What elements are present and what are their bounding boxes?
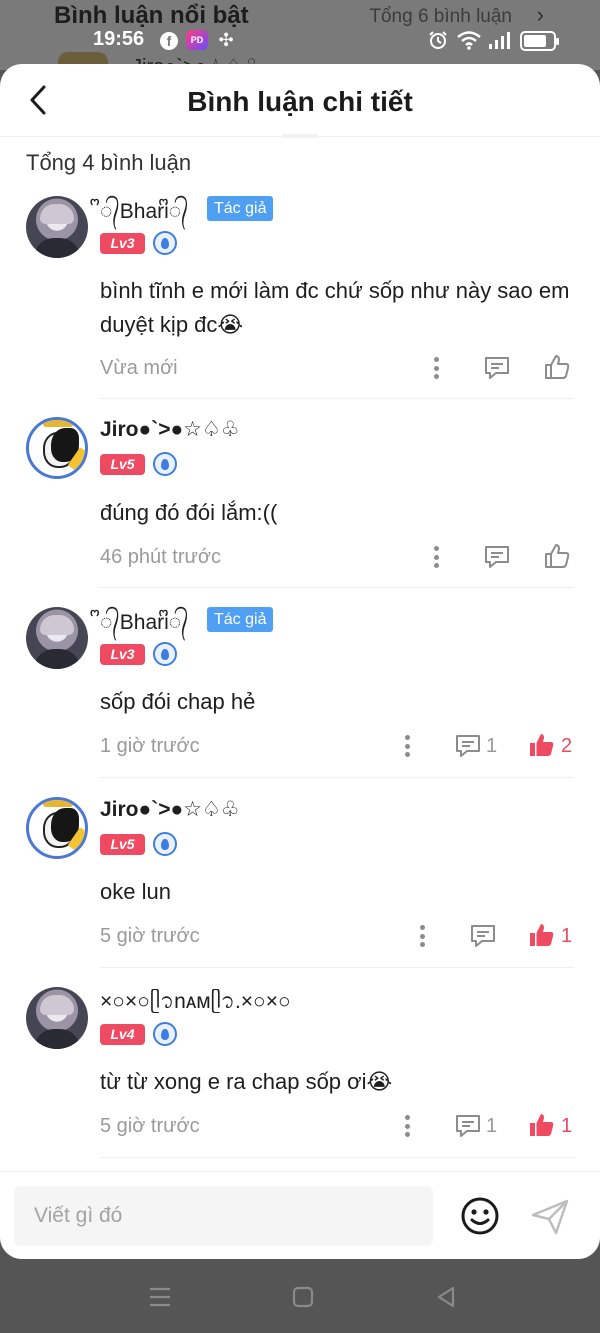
navigation-bar <box>0 1259 600 1333</box>
reply-icon[interactable] <box>454 732 482 760</box>
comment-input[interactable] <box>14 1186 433 1246</box>
avatar[interactable] <box>26 797 88 859</box>
comment-meta: Vừa mới <box>100 353 580 383</box>
back-triangle-icon[interactable] <box>432 1283 460 1311</box>
comment-username[interactable]: ᩚ᭄Bhariᩚ᭄ <box>100 196 189 234</box>
more-options-icon[interactable] <box>429 355 443 381</box>
comment-text: sốp đói chap hẻ <box>100 689 256 714</box>
comment-text: bình tĩnh e mới làm đc chứ sốp như này s… <box>100 278 570 337</box>
signal-icon <box>488 31 512 49</box>
comment-text: đúng đó đói lắm:(( <box>100 500 278 525</box>
like-count: 2 <box>561 735 573 757</box>
like-icon[interactable] <box>543 353 571 381</box>
page-title: Bình luận chi tiết <box>187 86 413 117</box>
like-icon[interactable] <box>543 542 571 570</box>
comment-username[interactable]: Jiro●`>●☆♤♧ <box>100 797 240 822</box>
battery-icon <box>520 31 559 51</box>
app-notification-icon: PD <box>186 30 208 50</box>
reply-icon[interactable] <box>454 1112 482 1140</box>
avatar[interactable] <box>26 987 88 1049</box>
reply-icon[interactable] <box>483 354 511 382</box>
status-time: 19:56 <box>93 28 145 50</box>
comment-username[interactable]: Jiro●`>●☆♤♧ <box>100 417 240 442</box>
more-options-icon[interactable] <box>429 544 443 570</box>
comment-meta: 46 phút trước <box>100 542 580 572</box>
avatar[interactable] <box>26 417 88 479</box>
comment-time: 5 giờ trước <box>100 925 200 947</box>
sheet-header: Bình luận chi tiết <box>0 64 600 136</box>
reply-count: 1 <box>486 735 498 757</box>
comment-time: 46 phút trước <box>100 546 222 568</box>
medal-icon <box>153 642 177 666</box>
avatar[interactable] <box>26 607 88 669</box>
like-filled-icon[interactable] <box>528 1111 556 1139</box>
medal-icon <box>153 832 177 856</box>
like-count: 1 <box>561 925 573 947</box>
like-count: 1 <box>561 1115 573 1137</box>
comment-text: oke lun <box>100 879 171 904</box>
comment-username[interactable]: ᩚ᭄Bhariᩚ᭄ <box>100 607 189 645</box>
status-bar: 19:56 f PD ✣ <box>0 26 600 56</box>
comment-divider <box>100 777 574 778</box>
comment-meta: 5 giờ trước 1 <box>100 921 580 951</box>
more-options-icon[interactable] <box>400 733 414 759</box>
comment-input-bar <box>0 1171 600 1259</box>
level-badge: Lv5 <box>100 454 145 475</box>
comment-divider <box>100 967 574 968</box>
comment-total: Tổng 4 bình luận <box>26 150 192 175</box>
comment-text: từ từ xong e ra chap sốp ơi😭 <box>100 1069 393 1094</box>
author-badge: Tác giả <box>207 196 274 221</box>
facebook-icon: f <box>160 32 178 50</box>
more-options-icon[interactable] <box>415 923 429 949</box>
comment-time: 5 giờ trước <box>100 1115 200 1137</box>
reply-icon[interactable] <box>483 543 511 571</box>
comment-meta: 5 giờ trước 1 1 <box>100 1111 580 1141</box>
level-badge: Lv5 <box>100 834 145 855</box>
comment-divider <box>100 587 574 588</box>
comment-detail-sheet: Bình luận chi tiết Tổng 4 bình luận ᩚ᭄Bh… <box>0 64 600 1259</box>
chevron-right-icon: › <box>536 2 544 27</box>
send-icon[interactable] <box>530 1197 570 1237</box>
emoji-icon[interactable] <box>460 1196 500 1236</box>
home-icon[interactable] <box>289 1283 317 1311</box>
avatar[interactable] <box>26 196 88 258</box>
like-filled-icon[interactable] <box>528 921 556 949</box>
level-badge: Lv4 <box>100 1024 145 1045</box>
level-badge: Lv3 <box>100 644 145 665</box>
comment-username[interactable]: ×○×○ᥫ᭡nᴀмᥫ᭡.×○×○ <box>100 987 291 1024</box>
wifi-icon <box>456 31 482 50</box>
background-comment-count: Tổng 6 bình luận <box>369 6 512 27</box>
medal-icon <box>153 1022 177 1046</box>
reply-icon[interactable] <box>469 922 497 950</box>
pinwheel-icon: ✣ <box>218 29 234 50</box>
author-badge: Tác giả <box>207 607 274 632</box>
comment-meta: 1 giờ trước 1 2 <box>100 731 580 761</box>
alarm-icon <box>428 31 448 49</box>
comment-time: Vừa mới <box>100 357 178 379</box>
more-options-icon[interactable] <box>400 1113 414 1139</box>
level-badge: Lv3 <box>100 233 145 254</box>
menu-icon[interactable] <box>146 1283 174 1311</box>
medal-icon <box>153 452 177 476</box>
comment-divider <box>100 1157 574 1158</box>
medal-icon <box>153 231 177 255</box>
drag-handle <box>282 134 318 138</box>
comment-time: 1 giờ trước <box>100 735 200 757</box>
reply-count: 1 <box>486 1115 498 1137</box>
comment-divider <box>100 398 574 399</box>
like-filled-icon[interactable] <box>528 731 556 759</box>
